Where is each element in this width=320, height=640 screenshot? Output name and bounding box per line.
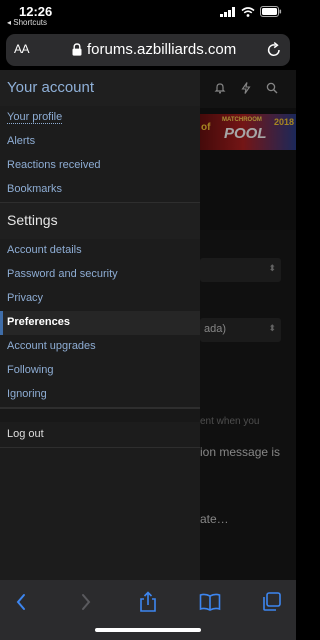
menu-item-account-upgrades[interactable]: Account upgrades — [0, 335, 200, 359]
menu-item-preferences[interactable]: Preferences — [0, 311, 200, 335]
account-menu: Your account Your profile Alerts Reactio… — [0, 70, 200, 580]
menu-item-password-security[interactable]: Password and security — [0, 263, 200, 287]
menu-item-alerts[interactable]: Alerts — [0, 130, 200, 154]
back-to-app-link[interactable]: ◂ Shortcuts — [7, 18, 47, 27]
menu-item-privacy[interactable]: Privacy — [0, 287, 200, 311]
status-icons — [220, 6, 282, 17]
wifi-icon — [241, 6, 255, 17]
settings-section: Settings Account details Password and se… — [0, 203, 200, 408]
screen: 12:26 ◂ Shortcuts AA forums.azbilliards.… — [0, 0, 296, 640]
bookmarks-icon[interactable] — [198, 591, 222, 613]
battery-icon — [260, 6, 282, 17]
menu-item-ignoring[interactable]: Ignoring — [0, 383, 200, 407]
settings-heading: Settings — [0, 203, 200, 239]
tabs-icon[interactable] — [260, 591, 284, 613]
menu-item-following[interactable]: Following — [0, 359, 200, 383]
menu-item-your-profile[interactable]: Your profile — [0, 106, 200, 130]
account-section: Your account Your profile Alerts Reactio… — [0, 70, 200, 203]
text-size-button[interactable]: AA — [14, 42, 30, 56]
status-bar: 12:26 ◂ Shortcuts — [0, 0, 296, 32]
url-bar[interactable]: AA forums.azbilliards.com — [6, 34, 290, 66]
cellular-signal-icon — [220, 6, 235, 17]
url-display[interactable]: forums.azbilliards.com — [72, 41, 236, 58]
menu-item-account-details[interactable]: Account details — [0, 239, 200, 263]
menu-divider — [0, 408, 200, 422]
share-icon[interactable] — [136, 591, 160, 613]
home-indicator — [95, 628, 201, 632]
menu-item-bookmarks[interactable]: Bookmarks — [0, 178, 200, 202]
url-text: forums.azbilliards.com — [87, 41, 237, 58]
lock-icon — [72, 43, 82, 56]
logout-link[interactable]: Log out — [0, 422, 200, 448]
menu-item-reactions[interactable]: Reactions received — [0, 154, 200, 178]
forward-icon[interactable] — [73, 591, 97, 613]
reload-icon[interactable] — [266, 41, 282, 58]
overlay-dim[interactable] — [200, 70, 296, 580]
status-time: 12:26 — [19, 4, 53, 19]
account-heading: Your account — [0, 70, 200, 106]
back-icon[interactable] — [10, 591, 34, 613]
